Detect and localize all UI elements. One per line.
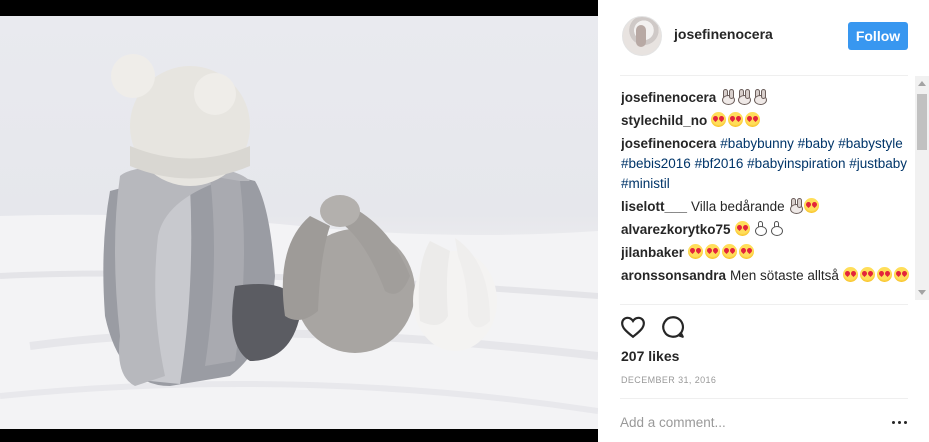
- bunny-face-emoji: [752, 89, 768, 105]
- post-date: DECEMBER 31, 2016: [621, 375, 717, 385]
- hashtag-link[interactable]: #babybunny: [720, 136, 794, 151]
- hashtag-link[interactable]: #justbaby: [849, 156, 907, 171]
- heart-eyes-emoji: [688, 244, 704, 259]
- footer-divider: [620, 398, 908, 399]
- heart-outline-icon: [621, 316, 645, 339]
- comment-username[interactable]: stylechild_no: [621, 113, 707, 128]
- avatar[interactable]: [622, 16, 662, 56]
- hashtag-link[interactable]: #babystyle: [838, 136, 903, 151]
- comment-username[interactable]: alvarezkorytko75: [621, 222, 731, 237]
- baby-with-bunnies-illustration: [0, 54, 598, 429]
- scrollbar-thumb[interactable]: [917, 94, 927, 150]
- comment-username[interactable]: josefinenocera: [621, 90, 716, 105]
- speech-bubble-icon: [662, 316, 685, 338]
- comment: aronssonsandra Men sötaste alltså: [621, 266, 911, 286]
- heart-eyes-emoji: [876, 267, 892, 282]
- heart-eyes-emoji: [711, 112, 727, 127]
- comment-button[interactable]: [660, 314, 686, 340]
- comments-list: josefinenocera stylechild_no josefinenoc…: [621, 88, 911, 304]
- heart-eyes-emoji: [859, 267, 875, 282]
- comment: alvarezkorytko75: [621, 220, 911, 240]
- heart-eyes-emoji: [722, 244, 738, 259]
- post-side-panel: josefinenocera Follow josefinenocera sty…: [598, 0, 929, 442]
- comment-text: Men sötaste alltså: [730, 268, 839, 283]
- heart-eyes-emoji: [842, 267, 858, 282]
- bunny-face-emoji: [736, 89, 752, 105]
- scroll-down-arrow-icon[interactable]: [918, 290, 926, 295]
- follow-button[interactable]: Follow: [848, 22, 908, 50]
- heart-eyes-emoji: [745, 112, 761, 127]
- hashtag-link[interactable]: #baby: [798, 136, 835, 151]
- hashtag-link[interactable]: #bf2016: [695, 156, 744, 171]
- rabbit-emoji: [768, 221, 783, 236]
- hashtag-link[interactable]: #ministil: [621, 176, 670, 191]
- post-photo[interactable]: [0, 0, 598, 442]
- scroll-up-arrow-icon[interactable]: [918, 81, 926, 86]
- likes-count[interactable]: 207 likes: [621, 348, 679, 364]
- photo-scene: [0, 16, 598, 429]
- hashtag-link[interactable]: #bebis2016: [621, 156, 691, 171]
- comment: jilanbaker: [621, 243, 911, 263]
- rabbit-emoji: [752, 221, 767, 236]
- like-button[interactable]: [620, 314, 646, 340]
- heart-eyes-emoji: [804, 198, 820, 213]
- bunny-face-emoji: [788, 198, 804, 214]
- more-options-icon[interactable]: [891, 414, 909, 430]
- bunny-face-emoji: [720, 89, 736, 105]
- header-divider: [620, 75, 908, 76]
- comment-username[interactable]: josefinenocera: [621, 136, 716, 151]
- post-header: josefinenocera Follow: [598, 0, 929, 75]
- add-comment-input[interactable]: [620, 413, 860, 431]
- comments-scrollbar[interactable]: [915, 76, 929, 300]
- comment-username[interactable]: liselott___: [621, 199, 687, 214]
- comment: josefinenocera #babybunny #baby #babystyl…: [621, 134, 911, 194]
- comment-username[interactable]: aronssonsandra: [621, 268, 726, 283]
- heart-eyes-emoji: [734, 221, 750, 236]
- comment: liselott___ Villa bedårande: [621, 197, 911, 217]
- comment: stylechild_no: [621, 111, 911, 131]
- heart-eyes-emoji: [728, 112, 744, 127]
- heart-eyes-emoji: [739, 244, 755, 259]
- heart-eyes-emoji: [705, 244, 721, 259]
- comment-text: Villa bedårande: [691, 199, 785, 214]
- comment-username[interactable]: jilanbaker: [621, 245, 684, 260]
- comments-divider: [620, 304, 908, 305]
- hashtag-link[interactable]: #babyinspiration: [747, 156, 845, 171]
- heart-eyes-emoji: [893, 267, 909, 282]
- username[interactable]: josefinenocera: [674, 26, 773, 42]
- comment: josefinenocera: [621, 88, 911, 108]
